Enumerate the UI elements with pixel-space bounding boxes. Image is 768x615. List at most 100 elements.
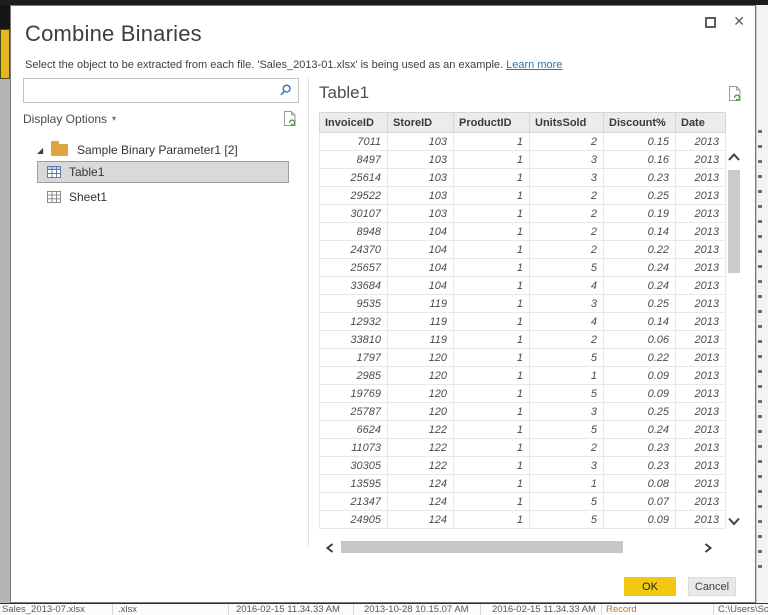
table-cell: 5 [530,421,604,439]
preview-table-header-row: InvoiceIDStoreIDProductIDUnitsSoldDiscou… [320,113,726,133]
background-column-divider [353,604,354,615]
table-cell: 1 [454,439,530,457]
table-row: 8497103130.162013 [320,151,726,169]
cancel-button[interactable]: Cancel [688,577,736,596]
horizontal-scrollbar-thumb[interactable] [341,541,623,553]
table-cell: 1 [454,349,530,367]
table-cell: 3 [530,151,604,169]
table-cell: 2013 [676,493,726,511]
table-cell: 0.22 [604,349,676,367]
table-cell: 0.14 [604,313,676,331]
chevron-down-icon[interactable] [726,514,742,532]
table-cell: 2 [530,205,604,223]
ok-button[interactable]: OK [624,577,676,596]
tree-root-sample-binary-parameter[interactable]: ◢ Sample Binary Parameter1 [2] [23,139,299,161]
table-row: 8948104120.142013 [320,223,726,241]
table-row: 9535119130.252013 [320,295,726,313]
table-cell: 3 [530,457,604,475]
table-cell: 122 [388,421,454,439]
table-cell: 1 [454,259,530,277]
table-cell: 2013 [676,277,726,295]
table-row: 7011103120.152013 [320,133,726,151]
table-cell: 119 [388,313,454,331]
vertical-scrollbar-thumb[interactable] [728,170,740,273]
table-cell: 5 [530,349,604,367]
navigator-tree: ◢ Sample Binary Parameter1 [2] Table1 [23,139,299,208]
tree-item-table1[interactable]: Table1 [37,161,289,183]
table-cell: 0.24 [604,421,676,439]
search-input[interactable] [24,79,272,102]
table-cell: 2013 [676,457,726,475]
table-cell: 124 [388,511,454,529]
background-cell-date3: 2016-02-15 11.34.33 AM [492,604,596,615]
table-cell: 8948 [320,223,388,241]
table-cell: 104 [388,223,454,241]
table-cell: 0.23 [604,169,676,187]
column-header: Date [676,113,726,133]
table-row: 30107103120.192013 [320,205,726,223]
table-row: 33810119120.062013 [320,331,726,349]
table-cell: 3 [530,295,604,313]
table-cell: 13595 [320,475,388,493]
background-column-divider [480,604,481,615]
table-cell: 0.24 [604,277,676,295]
table-cell: 24370 [320,241,388,259]
table-row: 24370104120.222013 [320,241,726,259]
chevron-left-icon[interactable] [324,541,336,559]
table-cell: 0.07 [604,493,676,511]
expand-triangle-icon[interactable]: ◢ [37,146,51,155]
table-cell: 5 [530,259,604,277]
maximize-icon[interactable] [705,17,716,28]
table-cell: 103 [388,133,454,151]
horizontal-scrollbar[interactable] [319,539,725,555]
preview-title: Table1 [319,83,369,103]
refresh-preview-icon[interactable] [283,110,297,127]
background-cell-extension: .xlsx [118,604,137,615]
refresh-preview-icon[interactable] [728,85,742,102]
table-cell: 1 [454,241,530,259]
table-row: 19769120150.092013 [320,385,726,403]
table-cell: 120 [388,385,454,403]
close-icon[interactable]: ✕ [733,11,745,31]
chevron-right-icon[interactable] [702,541,714,559]
table-cell: 33810 [320,331,388,349]
search-icon[interactable] [278,83,293,103]
tree-item-sheet1[interactable]: Sheet1 [37,186,289,208]
table-cell: 5 [530,385,604,403]
table-cell: 7011 [320,133,388,151]
table-cell: 30305 [320,457,388,475]
display-options-dropdown[interactable]: Display Options▾ [23,108,299,130]
table-cell: 25657 [320,259,388,277]
table-cell: 2013 [676,205,726,223]
table-cell: 2013 [676,511,726,529]
table-cell: 19769 [320,385,388,403]
table-cell: 1 [454,277,530,295]
table-cell: 2013 [676,187,726,205]
table-cell: 2013 [676,151,726,169]
background-app-logo-fragment [0,29,10,79]
table-cell: 124 [388,475,454,493]
search-box [23,78,299,103]
table-row: 6624122150.242013 [320,421,726,439]
table-cell: 122 [388,439,454,457]
vertical-scrollbar[interactable] [725,150,743,532]
background-title-bar-fragment [0,5,10,29]
table-cell: 1 [454,457,530,475]
table-cell: 5 [530,511,604,529]
background-cell-filename: Sales_2013-07.xlsx [2,604,85,615]
table-cell: 103 [388,169,454,187]
folder-icon [51,144,68,156]
table-cell: 2 [530,241,604,259]
table-cell: 0.08 [604,475,676,493]
table-cell: 12932 [320,313,388,331]
table-cell: 2013 [676,133,726,151]
table-cell: 2 [530,133,604,151]
table-preview: InvoiceIDStoreIDProductIDUnitsSoldDiscou… [319,112,747,558]
display-options-label: Display Options [23,112,107,126]
chevron-up-icon[interactable] [726,150,742,168]
table-cell: 1 [454,205,530,223]
table-cell: 2013 [676,331,726,349]
learn-more-link[interactable]: Learn more [506,59,562,71]
table-cell: 2013 [676,223,726,241]
table-cell: 1 [454,367,530,385]
